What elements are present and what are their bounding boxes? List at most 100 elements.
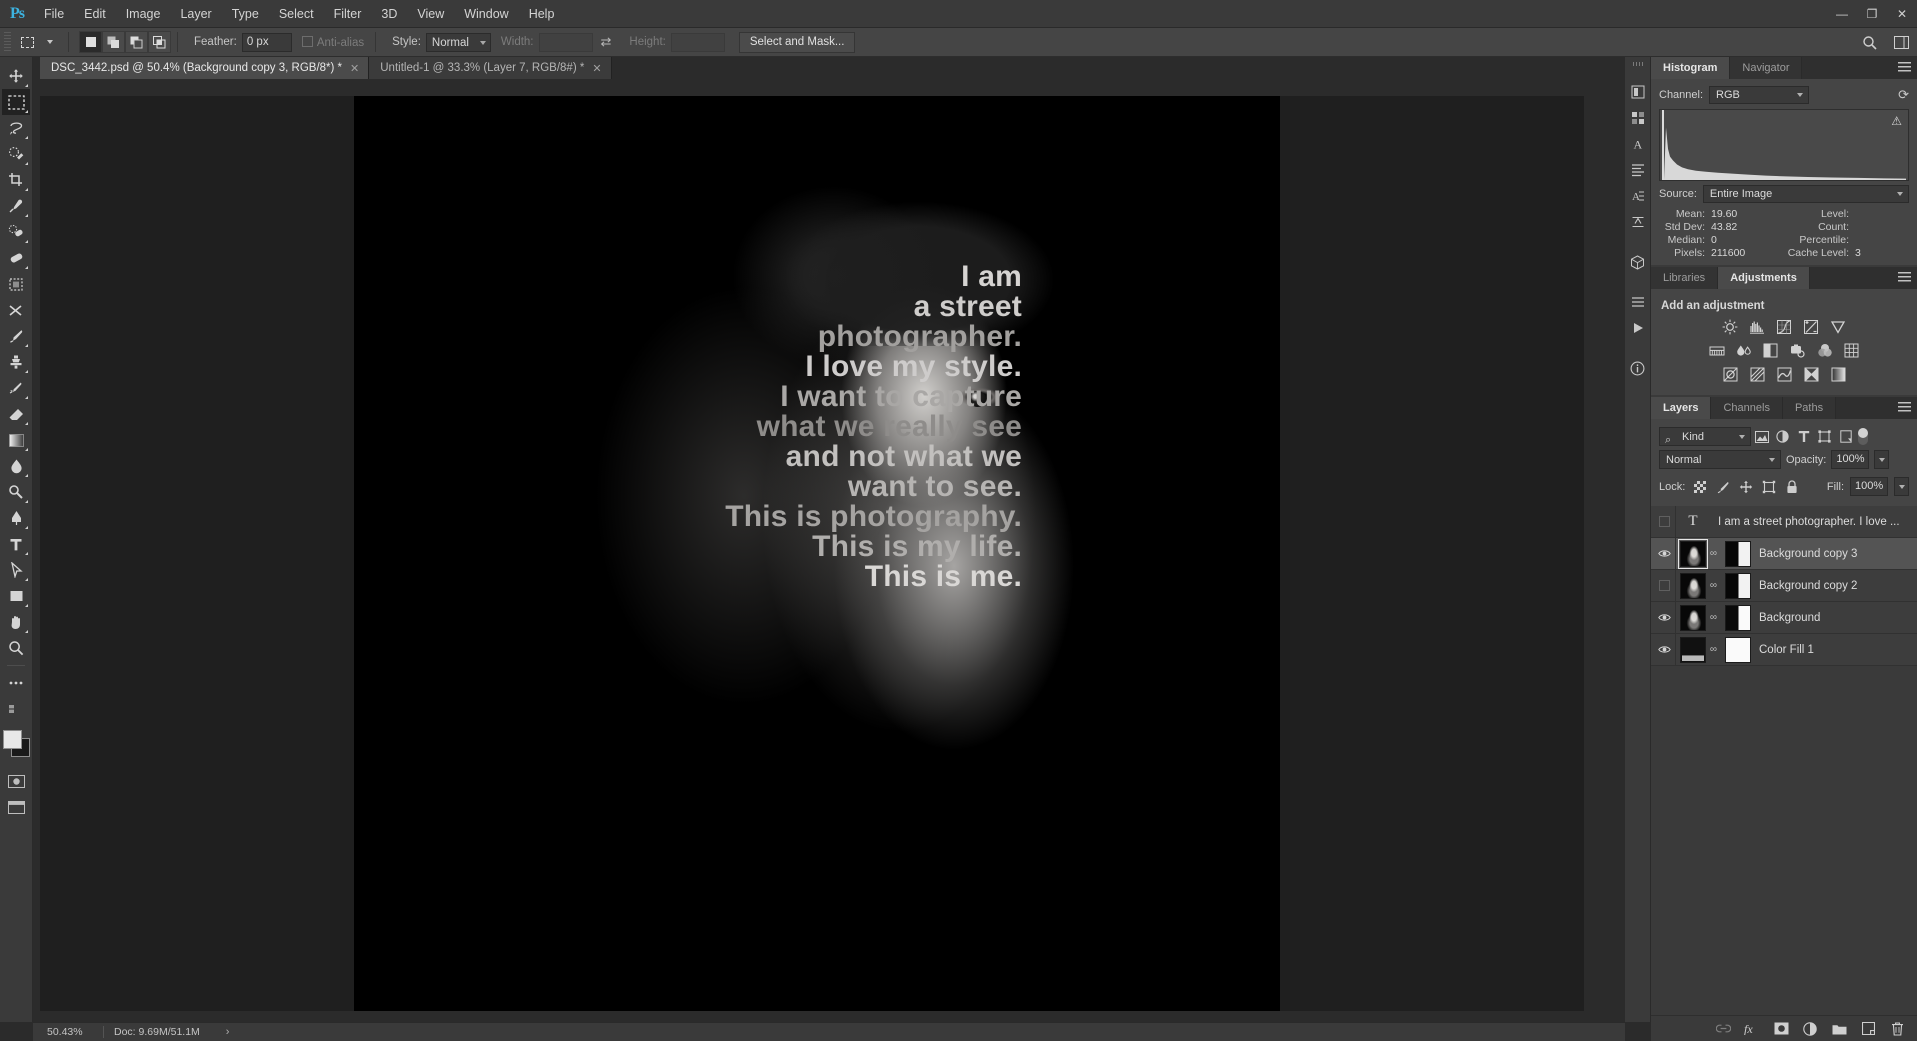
minimize-button[interactable]: — (1827, 0, 1857, 28)
panel-menu-icon[interactable] (1898, 272, 1911, 283)
filter-shape-icon[interactable] (1814, 427, 1835, 446)
layer-visibility-toggle[interactable] (1653, 516, 1675, 527)
filter-enable-toggle[interactable] (1856, 427, 1869, 446)
cached-data-warning-icon[interactable]: ⚠ (1891, 114, 1902, 128)
menu-edit[interactable]: Edit (74, 0, 116, 28)
feather-input[interactable]: 0 px (241, 32, 292, 52)
search-icon[interactable] (1857, 31, 1881, 55)
swatches-icon[interactable] (1627, 105, 1649, 131)
gradient-tool[interactable] (2, 427, 30, 453)
invert-icon[interactable] (1722, 366, 1739, 383)
delete-layer-icon[interactable] (1889, 1021, 1905, 1037)
shuffle-tool[interactable] (2, 297, 30, 323)
link-layers-icon[interactable]: ∞ (1708, 580, 1719, 591)
layer-style-fx-icon[interactable]: fx (1744, 1021, 1760, 1037)
options-bar-grip[interactable] (4, 32, 11, 52)
channel-mixer-icon[interactable] (1816, 342, 1833, 359)
link-layers-icon[interactable]: ∞ (1708, 644, 1719, 655)
source-select[interactable]: Entire Image (1702, 185, 1909, 203)
document-tab-dsc3442[interactable]: DSC_3442.psd @ 50.4% (Background copy 3,… (40, 57, 370, 79)
type-tool[interactable] (2, 531, 30, 557)
character-styles-icon[interactable] (1627, 209, 1649, 235)
panel-menu-icon[interactable] (1898, 62, 1911, 73)
zoom-tool[interactable] (2, 635, 30, 661)
layer-visibility-toggle[interactable] (1653, 613, 1675, 622)
new-group-icon[interactable] (1831, 1021, 1847, 1037)
filter-kind-select[interactable]: ⌕ Kind (1659, 427, 1751, 446)
frame-tool[interactable] (2, 271, 30, 297)
clone-stamp-tool[interactable] (2, 349, 30, 375)
layer-mask-thumbnail[interactable] (1725, 604, 1751, 631)
new-selection-button[interactable] (79, 31, 102, 53)
tab-adjustments[interactable]: Adjustments (1718, 267, 1810, 289)
menu-layer[interactable]: Layer (170, 0, 221, 28)
tab-navigator[interactable]: Navigator (1730, 57, 1803, 79)
menu-type[interactable]: Type (222, 0, 269, 28)
document-tab-untitled1[interactable]: Untitled-1 @ 33.3% (Layer 7, RGB/8#) * ✕ (369, 57, 612, 79)
color-icon[interactable] (1627, 79, 1649, 105)
dodge-tool[interactable] (2, 479, 30, 505)
eraser-tool[interactable] (2, 401, 30, 427)
menu-window[interactable]: Window (454, 0, 518, 28)
lock-image-pixels-icon[interactable] (1714, 478, 1731, 495)
table-row[interactable]: ∞ Color Fill 1 (1651, 633, 1917, 666)
info-icon[interactable] (1627, 355, 1649, 381)
menu-image[interactable]: Image (116, 0, 171, 28)
paragraph-styles-icon[interactable]: A (1627, 183, 1649, 209)
eyedropper-tool[interactable] (2, 193, 30, 219)
panel-menu-icon[interactable] (1898, 402, 1911, 413)
lock-artboard-icon[interactable] (1760, 478, 1777, 495)
spot-healing-brush-tool[interactable] (2, 219, 30, 245)
select-and-mask-button[interactable]: Select and Mask... (738, 31, 856, 53)
menu-view[interactable]: View (407, 0, 454, 28)
tab-histogram[interactable]: Histogram (1651, 57, 1731, 79)
filter-pixel-icon[interactable] (1751, 427, 1772, 446)
rectangular-marquee-icon[interactable] (16, 32, 38, 53)
curves-icon[interactable] (1776, 318, 1793, 335)
levels-icon[interactable] (1749, 318, 1766, 335)
photo-filter-icon[interactable] (1789, 342, 1806, 359)
gradient-map-icon[interactable] (1830, 366, 1847, 383)
foreground-background-color[interactable] (1, 728, 31, 758)
type-T-icon[interactable]: T (1680, 513, 1706, 530)
menu-filter[interactable]: Filter (324, 0, 372, 28)
actions-icon[interactable] (1627, 289, 1649, 315)
color-balance-icon[interactable] (1735, 342, 1752, 359)
tool-preset-chevron-down-icon[interactable] (39, 32, 61, 53)
exposure-icon[interactable] (1803, 318, 1820, 335)
path-selection-tool[interactable] (2, 557, 30, 583)
hand-tool[interactable] (2, 609, 30, 635)
link-layers-icon[interactable] (1715, 1021, 1731, 1037)
close-icon[interactable]: ✕ (592, 62, 601, 75)
channel-select[interactable]: RGB (1709, 86, 1810, 104)
menu-select[interactable]: Select (269, 0, 324, 28)
link-layers-icon[interactable]: ∞ (1708, 612, 1719, 623)
tab-channels[interactable]: Channels (1711, 397, 1783, 419)
status-expand-icon[interactable]: › (226, 1026, 230, 1038)
layer-visibility-toggle[interactable] (1653, 580, 1675, 591)
refresh-icon[interactable]: ⟳ (1898, 87, 1909, 103)
layer-mask-thumbnail[interactable] (1725, 572, 1751, 599)
style-select[interactable]: Normal (425, 32, 491, 52)
brightness-contrast-icon[interactable] (1722, 318, 1739, 335)
character-icon[interactable]: A (1627, 131, 1649, 157)
table-row[interactable]: ∞ Background copy 3 (1651, 537, 1917, 570)
add-layer-mask-icon[interactable] (1773, 1021, 1789, 1037)
selective-color-icon[interactable] (1803, 366, 1820, 383)
link-layers-icon[interactable]: ∞ (1708, 548, 1719, 559)
table-row[interactable]: ∞ Background (1651, 601, 1917, 634)
lock-position-icon[interactable] (1737, 478, 1754, 495)
tab-paths[interactable]: Paths (1782, 397, 1837, 419)
height-input[interactable] (670, 32, 725, 52)
rectangular-marquee-tool[interactable] (2, 89, 30, 115)
width-input[interactable] (538, 32, 593, 52)
brush-tool[interactable] (2, 323, 30, 349)
color-fill-thumbnail[interactable] (1680, 636, 1706, 663)
patch-tool[interactable] (2, 245, 30, 271)
filter-smart-object-icon[interactable] (1835, 427, 1856, 446)
new-layer-icon[interactable] (1860, 1021, 1876, 1037)
more-tools-icon[interactable] (2, 670, 30, 696)
threshold-icon[interactable] (1776, 366, 1793, 383)
table-row[interactable]: ∞ Background copy 2 (1651, 569, 1917, 602)
fill-chevron-down-icon[interactable] (1894, 477, 1909, 496)
